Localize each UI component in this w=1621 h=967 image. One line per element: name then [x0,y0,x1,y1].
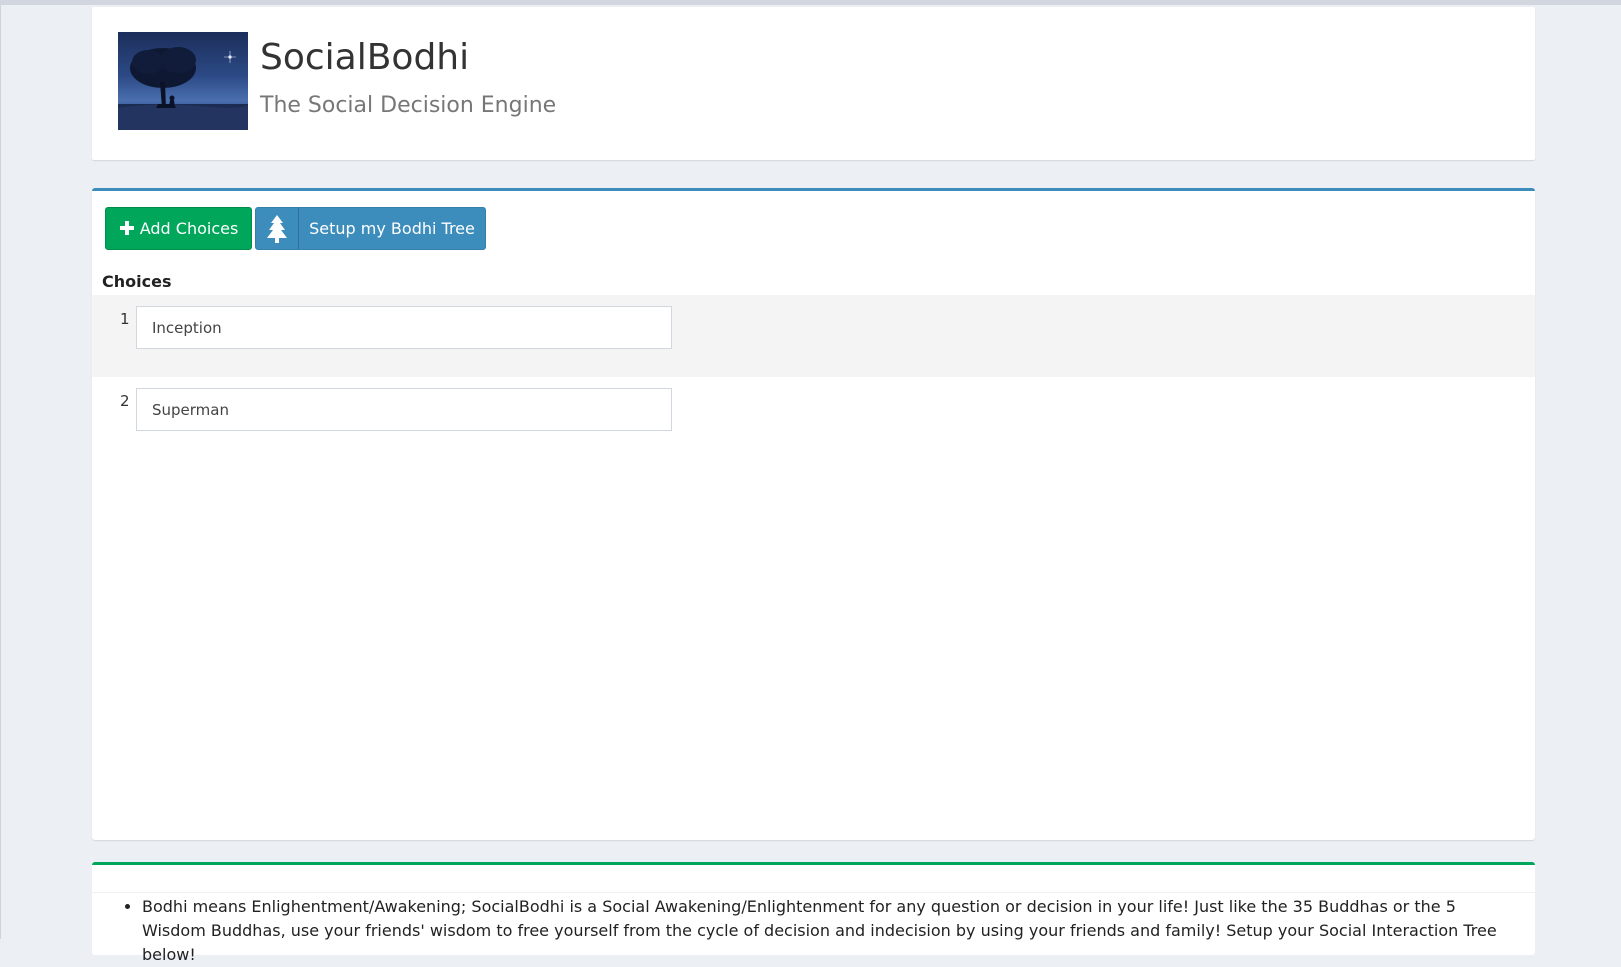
choice-input[interactable] [136,388,672,431]
choices-panel: Add Choices Setup my Bodhi Tree Choices … [92,188,1535,840]
info-list-item: Bodhi means Enlighentment/Awakening; Soc… [142,895,1512,967]
window-left-border [0,5,1,939]
add-choices-label: Add Choices [139,219,239,238]
choice-row: 2 [92,377,1535,459]
info-list: Bodhi means Enlighentment/Awakening; Soc… [92,895,1512,967]
window-top-border [0,0,1621,5]
setup-bodhi-tree-button[interactable]: Setup my Bodhi Tree [255,207,486,250]
choice-number: 1 [120,310,130,328]
add-choices-button[interactable]: Add Choices [105,207,252,250]
bodhi-tree-logo [118,32,248,130]
choice-input[interactable] [136,306,672,349]
setup-bodhi-tree-label: Setup my Bodhi Tree [309,219,475,238]
info-divider [92,892,1535,893]
info-panel: Bodhi means Enlighentment/Awakening; Soc… [92,862,1535,964]
header-panel: SocialBodhi The Social Decision Engine [92,7,1535,160]
app-title: SocialBodhi [260,37,470,78]
plus-icon [119,217,135,241]
choices-heading: Choices [102,272,172,291]
tree-icon [256,208,299,249]
choice-number: 2 [120,392,130,410]
app-subtitle: The Social Decision Engine [260,93,557,118]
choice-row: 1 [92,295,1535,377]
